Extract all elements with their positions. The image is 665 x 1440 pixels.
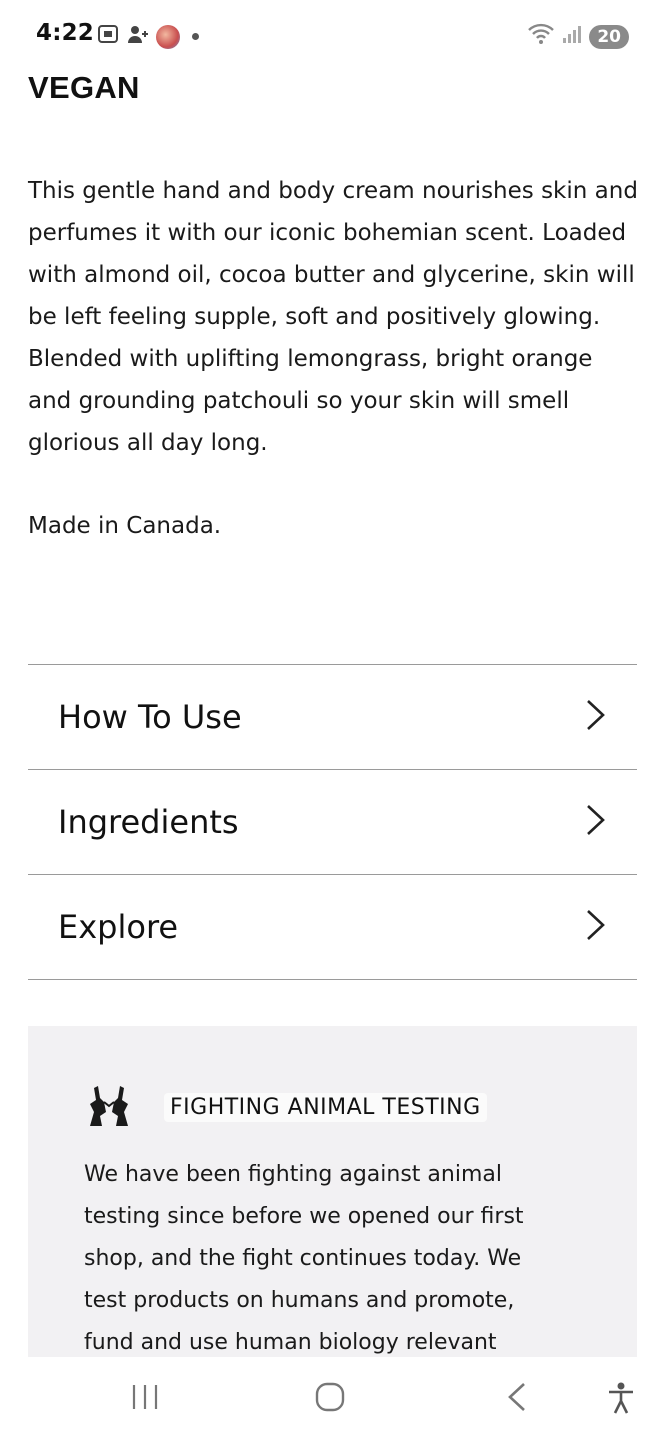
accordion-label: Explore xyxy=(58,908,179,946)
status-icons-right: 20 xyxy=(527,22,629,51)
person-add-icon xyxy=(126,22,150,51)
battery-icon: 20 xyxy=(589,24,629,49)
promo-title: FIGHTING ANIMAL TESTING xyxy=(164,1093,487,1122)
chevron-right-icon xyxy=(585,908,607,947)
animal-testing-promo: FIGHTING ANIMAL TESTING We have been fig… xyxy=(28,1026,637,1366)
product-heading: VEGAN xyxy=(28,70,140,105)
chevron-right-icon xyxy=(585,803,607,842)
accordion-ingredients[interactable]: Ingredients xyxy=(28,770,637,875)
back-icon[interactable] xyxy=(504,1381,530,1418)
accordion-how-to-use[interactable]: How To Use xyxy=(28,665,637,770)
product-description: This gentle hand and body cream nourishe… xyxy=(28,178,638,456)
promo-text: We have been fighting against animal tes… xyxy=(84,1162,524,1355)
accessibility-icon[interactable] xyxy=(606,1381,636,1420)
home-icon[interactable] xyxy=(314,1381,346,1418)
status-bar: 4:22 20 xyxy=(0,0,665,70)
accordion-label: How To Use xyxy=(58,698,242,736)
product-info-accordion: How To Use Ingredients Explore xyxy=(28,664,637,980)
product-origin: Made in Canada. xyxy=(28,513,222,539)
system-nav-bar xyxy=(0,1357,665,1440)
accordion-explore[interactable]: Explore xyxy=(28,875,637,980)
signal-icon xyxy=(561,23,583,50)
screenshot-icon xyxy=(96,22,120,51)
notification-dot xyxy=(192,33,199,40)
rabbits-icon xyxy=(84,1082,134,1133)
wifi-icon xyxy=(527,22,555,51)
chevron-right-icon xyxy=(585,698,607,737)
status-icons-left xyxy=(96,22,199,51)
recent-apps-icon[interactable] xyxy=(130,1381,160,1418)
accordion-label: Ingredients xyxy=(58,803,239,841)
status-time: 4:22 xyxy=(36,20,95,46)
promo-title-row: FIGHTING ANIMAL TESTING xyxy=(84,1082,487,1133)
avatar xyxy=(156,24,180,49)
